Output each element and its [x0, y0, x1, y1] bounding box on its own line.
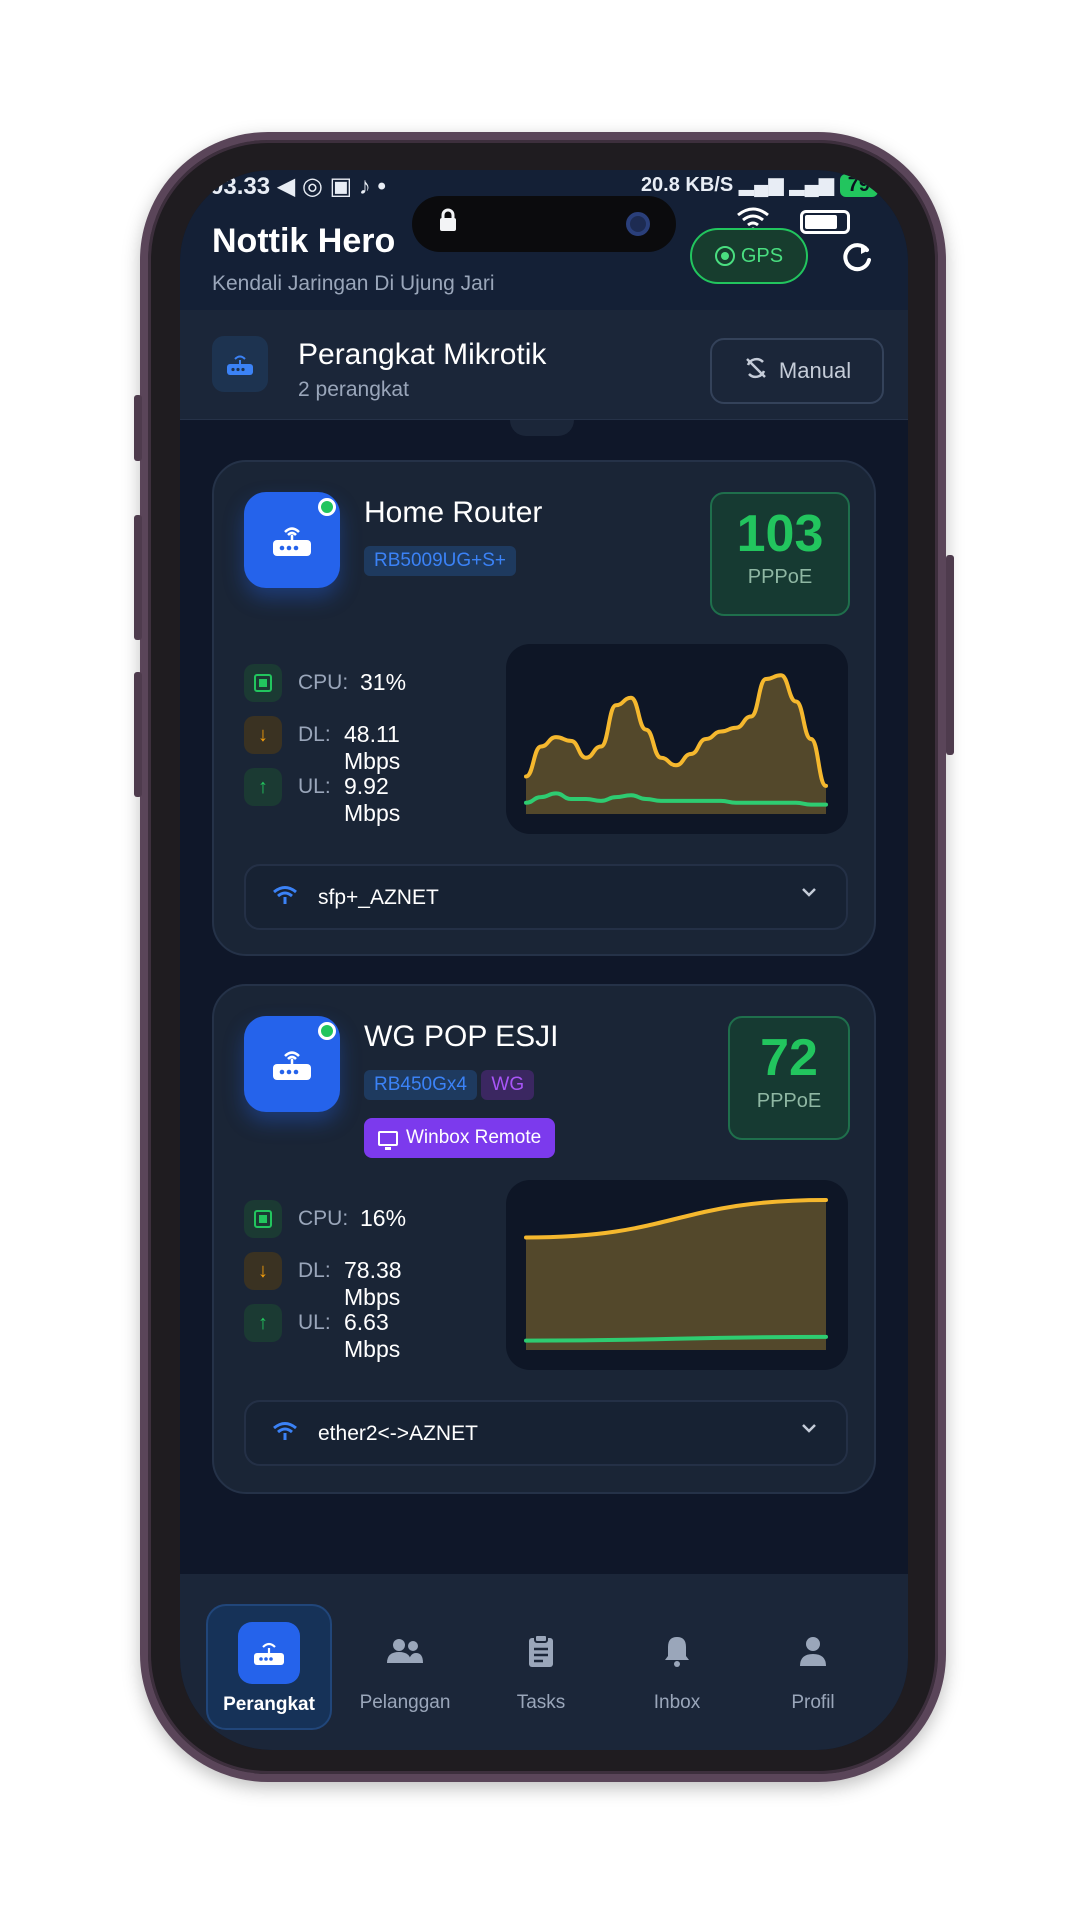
pull-handle	[510, 420, 574, 436]
nav-item-tasks[interactable]: Tasks	[478, 1604, 604, 1730]
interface-name: ether2<->AZNET	[318, 1422, 478, 1445]
pppoe-count: 103	[736, 505, 824, 563]
battery-icon	[800, 210, 850, 234]
manual-button[interactable]: Manual	[710, 338, 884, 404]
nav-item-profil[interactable]: Profil	[750, 1604, 876, 1730]
network-speed: 20.8 KB/S	[640, 174, 734, 196]
clipboard-icon	[510, 1620, 572, 1682]
wifi-icon	[272, 884, 298, 912]
phone-side-button	[134, 672, 142, 797]
nav-item-inbox[interactable]: Inbox	[614, 1604, 740, 1730]
monitor-icon	[378, 1130, 398, 1150]
lock-icon	[438, 208, 458, 239]
cpu-value: 31%	[360, 669, 407, 695]
app-title: Nottik Hero	[212, 222, 396, 260]
chevron-down-icon	[800, 1416, 818, 1444]
winbox-label: Winbox Remote	[406, 1127, 542, 1148]
pppoe-count: 72	[760, 1029, 818, 1087]
pppoe-counter[interactable]: 103 PPPoE	[710, 492, 850, 616]
clock-text: 03.33	[210, 173, 271, 200]
online-status-dot	[318, 498, 336, 516]
section-title: Perangkat Mikrotik	[298, 338, 547, 371]
model-badge: RB5009UG+S+	[364, 546, 517, 576]
router-icon	[238, 1622, 300, 1684]
download-label: DL:	[298, 723, 331, 746]
traffic-chart	[506, 1180, 848, 1370]
app-subtitle: Kendali Jaringan Di Ujung Jari	[212, 272, 495, 295]
router-icon	[212, 336, 268, 392]
download-area	[526, 675, 826, 814]
gps-button[interactable]: GPS	[690, 228, 808, 284]
traffic-chart-svg	[524, 1198, 828, 1350]
phone-side-button	[946, 555, 954, 755]
traffic-chart	[506, 644, 848, 834]
interface-select[interactable]: sfp+_AZNET	[244, 864, 848, 930]
nav-label: Tasks	[516, 1692, 566, 1713]
cpu-value: 16%	[360, 1205, 407, 1231]
chevron-down-icon	[800, 880, 818, 908]
gps-icon	[714, 246, 735, 266]
cpu-icon	[244, 664, 282, 702]
online-status-dot	[318, 1022, 336, 1040]
download-value: 48.11 Mbps	[344, 721, 401, 774]
manual-label: Manual	[778, 358, 852, 383]
status-indicators: 20.8 KB/S ▂▄▆ ▂▄▆ 79	[641, 172, 878, 197]
sync-off-icon	[743, 355, 769, 387]
device-name: WG POP ESJI	[364, 1020, 559, 1053]
cpu-label: CPU:	[298, 1207, 349, 1230]
model-badge: RB450Gx4	[364, 1070, 477, 1100]
users-icon	[374, 1620, 436, 1682]
download-label: DL:	[298, 1259, 331, 1282]
battery-badge: 79	[839, 174, 878, 197]
wg-badge: WG	[481, 1070, 535, 1100]
dynamic-island	[412, 196, 676, 252]
arrow-down-icon: ↓	[244, 1252, 282, 1290]
download-area	[526, 1200, 826, 1350]
arrow-down-icon: ↓	[244, 716, 282, 754]
gps-label: GPS	[740, 244, 784, 267]
cpu-icon	[244, 1200, 282, 1238]
phone-side-button	[134, 395, 142, 461]
upload-label: UL:	[298, 1311, 331, 1334]
winbox-remote-button[interactable]: Winbox Remote	[364, 1118, 556, 1158]
camera-icon	[626, 212, 650, 236]
notification-icons: ◀ ◎ ▣ ♪ •	[276, 173, 386, 200]
pppoe-label: PPPoE	[756, 1090, 822, 1112]
upload-value: 9.92 Mbps	[344, 773, 401, 826]
device-name: Home Router	[364, 496, 543, 529]
device-card[interactable]: Home Router RB5009UG+S+ 103 PPPoE CPU: 3…	[212, 460, 876, 956]
bell-icon	[646, 1620, 708, 1682]
nav-item-pelanggan[interactable]: Pelanggan	[342, 1604, 468, 1730]
traffic-chart-svg	[524, 673, 828, 814]
nav-label: Inbox	[653, 1692, 701, 1713]
cpu-label: CPU:	[298, 671, 349, 694]
nav-item-perangkat[interactable]: Perangkat	[206, 1604, 332, 1730]
bottom-navigation: Perangkat Pelanggan Tasks Inbox Profil	[180, 1574, 908, 1750]
arrow-up-icon: ↑	[244, 1304, 282, 1342]
nav-label: Perangkat	[223, 1694, 315, 1715]
download-value: 78.38 Mbps	[344, 1257, 402, 1310]
upload-value: 6.63 Mbps	[344, 1309, 401, 1362]
device-tags: RB5009UG+S+	[364, 546, 517, 576]
interface-select[interactable]: ether2<->AZNET	[244, 1400, 848, 1466]
pppoe-label: PPPoE	[747, 566, 813, 588]
interface-name: sfp+_AZNET	[318, 886, 439, 909]
nav-label: Pelanggan	[359, 1692, 451, 1713]
device-tags: RB450Gx4 WG	[364, 1070, 535, 1100]
person-icon	[782, 1620, 844, 1682]
status-time: 03.33 ◀ ◎ ▣ ♪ •	[210, 172, 386, 201]
refresh-icon[interactable]	[840, 240, 874, 283]
arrow-up-icon: ↑	[244, 768, 282, 806]
signal-icon: ▂▄▆ ▂▄▆	[738, 174, 840, 196]
nav-label: Profil	[791, 1692, 835, 1713]
device-count: 2 perangkat	[298, 378, 409, 401]
pppoe-counter[interactable]: 72 PPPoE	[728, 1016, 850, 1140]
phone-side-button	[134, 515, 142, 640]
device-card[interactable]: WG POP ESJI RB450Gx4 WG Winbox Remote 72…	[212, 984, 876, 1494]
device-section-header: Perangkat Mikrotik 2 perangkat Manual	[180, 310, 908, 420]
app-screen: 03.33 ◀ ◎ ▣ ♪ • 20.8 KB/S ▂▄▆ ▂▄▆ 79 Not…	[180, 170, 908, 1750]
upload-label: UL:	[298, 775, 331, 798]
wifi-icon	[272, 1420, 298, 1448]
